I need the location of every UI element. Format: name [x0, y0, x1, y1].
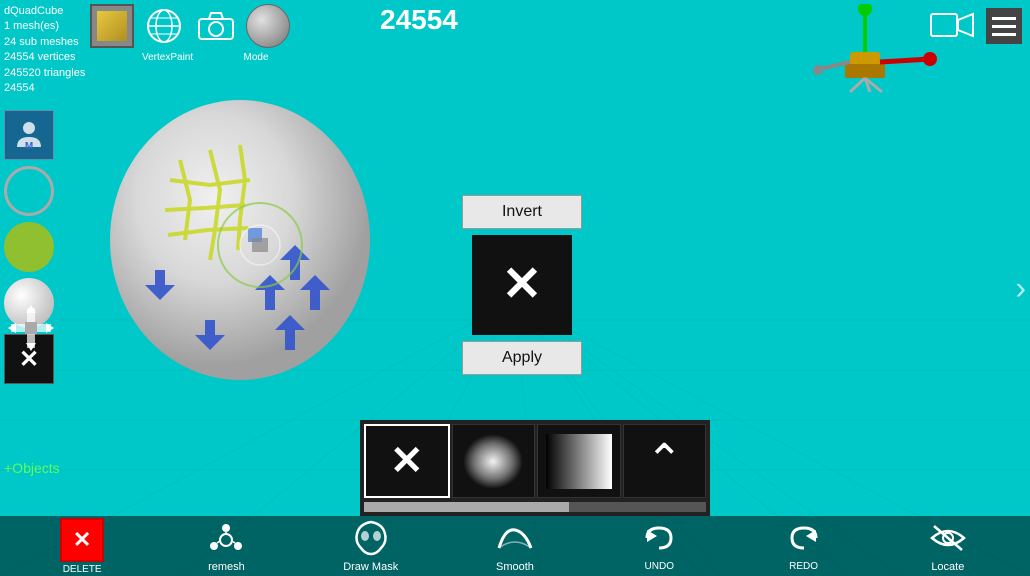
arrow-brush-icon: ⌃: [646, 439, 683, 483]
cube-thumbnail[interactable]: [90, 4, 134, 48]
draw-mask-label: Draw Mask: [343, 561, 398, 573]
delete-icon: ✕: [60, 518, 104, 562]
popup-panel: Invert ✕ Apply: [462, 195, 582, 375]
brush-cloud-item[interactable]: [452, 424, 536, 498]
delete-label: DELETE: [63, 564, 102, 575]
nav-redo[interactable]: REDO: [774, 520, 834, 572]
nav-smooth[interactable]: Smooth: [485, 520, 545, 573]
apply-button[interactable]: Apply: [462, 341, 582, 375]
remesh-icon: [206, 520, 246, 559]
x-mark-icon: ✕: [502, 261, 542, 309]
objects-button[interactable]: +Objects: [4, 460, 60, 476]
smooth-icon: [495, 520, 535, 559]
redo-icon: [784, 520, 824, 559]
nav-draw-mask[interactable]: Draw Mask: [341, 520, 401, 573]
brush-arrow-item[interactable]: ⌃: [623, 424, 707, 498]
hamburger-line-1: [992, 17, 1016, 20]
top-icon-bar: [90, 4, 290, 48]
hamburger-line-3: [992, 33, 1016, 36]
globe-icon[interactable]: [142, 4, 186, 48]
bottom-nav-bar: ✕ DELETE remesh Draw Mask: [0, 516, 1030, 576]
hamburger-menu[interactable]: [986, 8, 1022, 44]
material-sphere[interactable]: [246, 4, 290, 48]
draw-mask-icon: [351, 520, 391, 559]
icon-labels: VertexPaint Mode: [90, 52, 278, 63]
vertices-count: 24554 vertices: [4, 50, 85, 65]
invert-button[interactable]: Invert: [462, 195, 582, 229]
undo-icon: [639, 520, 679, 559]
undo-label: UNDO: [645, 561, 674, 572]
vertex-count-display: 24554: [380, 4, 458, 36]
brush-progress-fill: [364, 502, 569, 512]
redo-label: REDO: [789, 561, 818, 572]
brush-gradient-item[interactable]: [537, 424, 621, 498]
nav-undo[interactable]: UNDO: [629, 520, 689, 572]
cube-inner: [97, 11, 127, 41]
hamburger-line-2: [992, 25, 1016, 28]
camera-icon[interactable]: [194, 4, 238, 48]
x-brush-icon: ✕: [390, 438, 424, 484]
nav-remesh[interactable]: remesh: [196, 520, 256, 573]
nav-delete[interactable]: ✕ DELETE: [52, 518, 112, 575]
app-title: dQuadCube: [4, 4, 85, 19]
gradient-brush-icon: [546, 434, 612, 489]
sub-meshes: 24 sub meshes: [4, 35, 85, 50]
brush-x-item[interactable]: ✕: [364, 424, 450, 498]
triangles-count: 245520 triangles: [4, 66, 85, 81]
nav-locate[interactable]: Locate: [918, 520, 978, 573]
locate-icon: [928, 520, 968, 559]
cloud-brush-icon: [463, 434, 523, 489]
3d-head-object: [100, 80, 380, 400]
locate-label: Locate: [931, 561, 964, 573]
brush-toolbar: ✕ ⌃: [360, 420, 710, 516]
svg-text:M: M: [25, 141, 33, 151]
extra-count: 24554: [4, 81, 85, 96]
green-tool[interactable]: [4, 222, 54, 272]
axis-gizmo: [800, 4, 940, 94]
transform-tool[interactable]: [8, 305, 54, 356]
mode-label: Mode: [234, 52, 278, 63]
remesh-label: remesh: [208, 561, 245, 573]
brush-row: ✕ ⌃: [364, 424, 706, 498]
brush-progress-bar[interactable]: [364, 502, 706, 512]
info-panel: dQuadCube 1 mesh(es) 24 sub meshes 24554…: [4, 4, 85, 96]
brush-preview-box: ✕: [472, 235, 572, 335]
right-arrow-button[interactable]: ›: [1015, 270, 1026, 307]
person-tool[interactable]: M: [4, 110, 54, 160]
smooth-label: Smooth: [496, 561, 534, 573]
circle-tool[interactable]: [4, 166, 54, 216]
mesh-count: 1 mesh(es): [4, 19, 85, 34]
vertex-paint-label: VertexPaint: [142, 52, 186, 63]
